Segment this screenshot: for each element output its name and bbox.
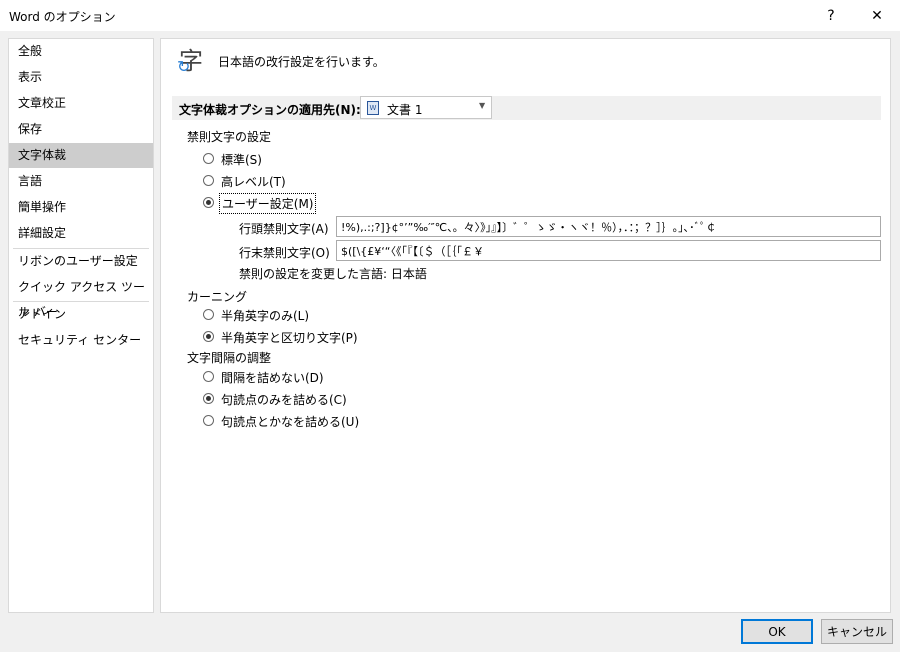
- sidebar-item-customize-ribbon[interactable]: リボンのユーザー設定: [9, 249, 153, 274]
- content-panel: 字 ↻ 日本語の改行設定を行います。 文字体裁オプションの適用先(N): W 文…: [160, 38, 891, 613]
- radio-compress-kana[interactable]: [203, 415, 214, 426]
- wrap-arrow-icon: ↻: [177, 57, 191, 76]
- sidebar-item-display[interactable]: 表示: [9, 65, 153, 90]
- radio-standard-label[interactable]: 標準(S): [221, 151, 262, 168]
- sidebar-item-typography[interactable]: 文字体裁: [9, 143, 153, 168]
- kinsoku-heading: 禁則文字の設定: [187, 130, 272, 144]
- radio-compress-punct[interactable]: [203, 393, 214, 404]
- radio-custom[interactable]: [203, 197, 214, 208]
- title-bar: Word のオプション ? ✕: [0, 0, 900, 31]
- sidebar-item-addins[interactable]: アドイン: [9, 302, 153, 327]
- chevron-down-icon: ▼: [479, 101, 486, 110]
- cancel-button[interactable]: キャンセル: [821, 619, 893, 644]
- apply-to-dropdown[interactable]: W 文書 1 ▼: [360, 96, 492, 119]
- sidebar-item-save[interactable]: 保存: [9, 117, 153, 142]
- apply-to-label: 文字体裁オプションの適用先(N):: [179, 103, 361, 117]
- radio-kerning-punct[interactable]: [203, 331, 214, 342]
- line-end-label: 行末禁則文字(O): [239, 246, 330, 260]
- sidebar-item-accessibility[interactable]: 簡単操作: [9, 195, 153, 220]
- header-text: 日本語の改行設定を行います。: [218, 55, 385, 69]
- sidebar-item-trust-center[interactable]: セキュリティ センター: [9, 328, 153, 353]
- radio-standard[interactable]: [203, 153, 214, 164]
- line-end-input[interactable]: $([\{£¥‘“〈《「『【〔＄（［｛｢￡￥: [336, 240, 881, 261]
- radio-high[interactable]: [203, 175, 214, 186]
- radio-custom-label[interactable]: ユーザー設定(M): [219, 193, 317, 214]
- sidebar-item-general[interactable]: 全般: [9, 39, 153, 64]
- sidebar-item-proofing[interactable]: 文章校正: [9, 91, 153, 116]
- sidebar-item-quick-access-toolbar[interactable]: クイック アクセス ツール バー: [9, 275, 153, 319]
- line-start-label: 行頭禁則文字(A): [239, 222, 329, 236]
- word-document-icon: W: [367, 101, 379, 115]
- radio-high-label[interactable]: 高レベル(T): [221, 173, 286, 190]
- kinsoku-note: 禁則の設定を変更した言語: 日本語: [239, 267, 427, 281]
- ok-button[interactable]: OK: [741, 619, 813, 644]
- close-button[interactable]: ✕: [854, 0, 900, 31]
- radio-kerning-half-label[interactable]: 半角英字のみ(L): [221, 307, 309, 324]
- radio-no-compress-label[interactable]: 間隔を詰めない(D): [221, 369, 324, 386]
- radio-compress-punct-label[interactable]: 句読点のみを詰める(C): [221, 391, 347, 408]
- sidebar: 全般 表示 文章校正 保存 文字体裁 言語 簡単操作 詳細設定 リボンのユーザー…: [8, 38, 154, 613]
- kerning-heading: カーニング: [187, 290, 248, 304]
- apply-to-value: 文書 1: [387, 103, 423, 117]
- spacing-heading: 文字間隔の調整: [187, 351, 272, 365]
- radio-compress-kana-label[interactable]: 句読点とかなを詰める(U): [221, 413, 359, 430]
- radio-no-compress[interactable]: [203, 371, 214, 382]
- sidebar-item-advanced[interactable]: 詳細設定: [9, 221, 153, 246]
- sidebar-item-language[interactable]: 言語: [9, 169, 153, 194]
- line-start-input[interactable]: !%),.:;?]}¢°’”‰′″℃、。々〉》」』】〕゛゜ゝゞ・ヽヾ！％），．：…: [336, 216, 881, 237]
- window-title: Word のオプション: [9, 10, 116, 24]
- help-button[interactable]: ?: [808, 0, 854, 31]
- radio-kerning-punct-label[interactable]: 半角英字と区切り文字(P): [221, 329, 358, 346]
- radio-kerning-half[interactable]: [203, 309, 214, 320]
